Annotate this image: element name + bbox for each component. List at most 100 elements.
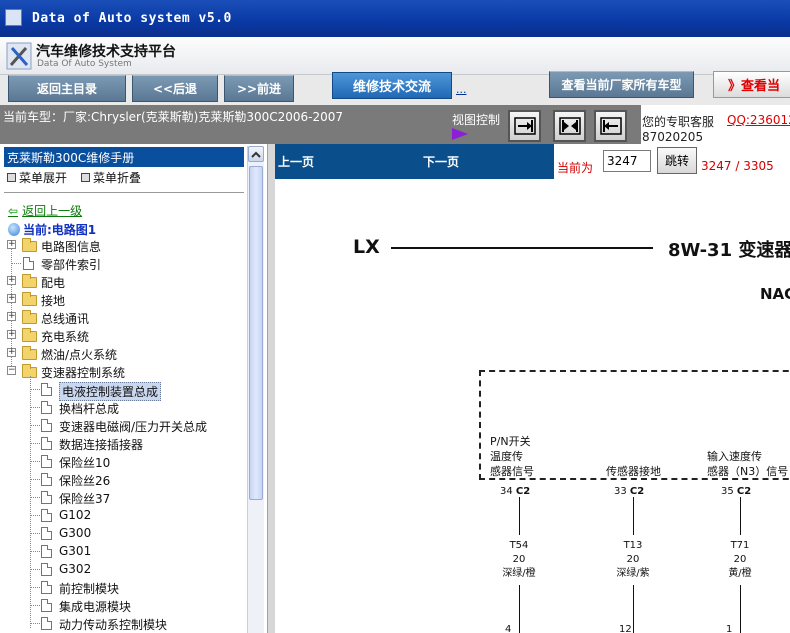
expand-toggle-icon[interactable]: +	[7, 276, 16, 285]
tree-guide	[31, 461, 40, 462]
expand-toggle-icon[interactable]: +	[7, 240, 16, 249]
menu-expand-button[interactable]: 菜单展开	[7, 169, 67, 186]
sidebar-divider	[4, 192, 244, 193]
sidebar-scrollbar[interactable]	[247, 146, 264, 633]
app-window: Data of Auto system v5.0 汽车维修技术支持平台 Data…	[0, 0, 790, 633]
forward-button[interactable]: >>前进	[224, 75, 294, 102]
tree-node[interactable]: 零部件索引	[0, 254, 245, 272]
tree-leaf[interactable]: 保险丝26	[0, 470, 245, 488]
fit-left-button[interactable]	[594, 110, 627, 142]
signal-label: P/N开关 温度传 感器信号	[490, 435, 534, 478]
tree-node-label: 燃油/点火系统	[41, 348, 118, 362]
wire-label: T13 20 深绿/紫	[608, 539, 658, 581]
app-header: 汽车维修技术支持平台 Data Of Auto System	[0, 37, 790, 75]
forum-button[interactable]: 维修技术交流	[332, 72, 452, 99]
tree-leaf-label: 变速器电磁阀/压力开关总成	[59, 420, 208, 434]
tree-node-label: 电路图信息	[41, 240, 102, 254]
tree-leaf-label: 保险丝37	[59, 492, 111, 506]
document-icon	[41, 509, 52, 522]
wire-line	[740, 585, 741, 633]
expand-toggle-icon[interactable]: +	[7, 312, 16, 321]
next-page-link[interactable]: 下一页	[423, 153, 459, 170]
view-current-button[interactable]: 》查看当	[713, 71, 790, 98]
view-brand-models-button[interactable]: 查看当前厂家所有车型	[549, 71, 694, 98]
tree-node[interactable]: + 接地	[0, 290, 245, 308]
tree-leaf[interactable]: G301	[0, 542, 245, 560]
tree-leaf[interactable]: 集成电源模块	[0, 596, 245, 614]
fit-page-button[interactable]	[553, 110, 586, 142]
jump-button[interactable]: 跳转	[657, 147, 697, 174]
back-button[interactable]: <<后退	[132, 75, 218, 102]
scroll-up-button[interactable]	[248, 146, 264, 162]
home-button[interactable]: 返回主目录	[8, 75, 126, 102]
document-icon	[41, 401, 52, 414]
wire-wire: T54	[509, 540, 529, 551]
sidebar: 克莱斯勒300C维修手册 菜单展开 菜单折叠 ⇦ 返回上一级 当前:电路图1 +…	[0, 144, 268, 633]
tree-node[interactable]: + 总线通讯	[0, 308, 245, 326]
tree-leaf[interactable]: 保险丝10	[0, 452, 245, 470]
connector-pin: 33 C2	[614, 486, 644, 497]
sidebar-title: 克莱斯勒300C维修手册	[4, 147, 244, 167]
expand-toggle-icon[interactable]: +	[7, 330, 16, 339]
more-link[interactable]: ...	[456, 83, 467, 96]
tree-leaf[interactable]: G302	[0, 560, 245, 578]
expand-box-icon	[7, 173, 16, 182]
tree-leaf-label: 保险丝10	[59, 456, 111, 470]
document-icon	[41, 437, 52, 450]
tree-leaf-label: G302	[59, 562, 92, 576]
wire-color: 深绿/紫	[616, 568, 650, 579]
support-qq-link[interactable]: QQ:236012	[727, 113, 790, 127]
tree-leaf[interactable]: 数据连接插接器	[0, 434, 245, 452]
back-up-link[interactable]: ⇦ 返回上一级	[8, 202, 82, 219]
support-label: 您的专职客服	[642, 115, 715, 129]
wire-line	[633, 585, 634, 633]
signal-label: 传感器接地	[606, 465, 661, 478]
folder-icon	[22, 238, 37, 252]
back-arrow-icon: ⇦	[8, 203, 19, 218]
wire-gauge: 20	[512, 554, 526, 565]
document-icon	[41, 473, 52, 486]
tree-node[interactable]: + 燃油/点火系统	[0, 344, 245, 362]
pointer-triangle-icon	[452, 128, 468, 140]
tree-leaf[interactable]: 电液控制装置总成	[0, 380, 245, 401]
fit-center-icon	[559, 117, 581, 135]
tree-leaf-label: 前控制模块	[59, 582, 120, 596]
toolbar: 返回主目录 <<后退 >>前进 维修技术交流 ... 查看当前厂家所有车型 》查…	[0, 71, 790, 105]
tree-node[interactable]: + 配电	[0, 272, 245, 290]
folder-icon	[22, 328, 37, 342]
tree-guide	[31, 479, 40, 480]
collapse-toggle-icon[interactable]: −	[7, 366, 16, 375]
folder-icon	[22, 310, 37, 324]
prev-page-link[interactable]: 上一页	[278, 153, 314, 170]
tree-node[interactable]: − 变速器控制系统	[0, 362, 245, 380]
splitter[interactable]	[268, 144, 275, 633]
diagram-viewer[interactable]: LX 8W-31 变速器 NAG P/N开关 温度传 感器信号 34 C2 T54 2…	[275, 179, 790, 633]
tree-guide	[31, 425, 40, 426]
app-subtitle: Data Of Auto System	[37, 59, 132, 69]
tree-node-label: 充电系统	[41, 330, 90, 344]
expand-toggle-icon[interactable]: +	[7, 348, 16, 357]
expand-toggle-icon[interactable]: +	[7, 294, 16, 303]
tree-leaf[interactable]: 前控制模块	[0, 578, 245, 596]
folder-icon	[22, 292, 37, 306]
tree-node[interactable]: + 电路图信息	[0, 236, 245, 254]
tree-leaf[interactable]: G300	[0, 524, 245, 542]
scroll-thumb[interactable]	[249, 166, 263, 500]
tree-leaf-label: 动力传动系控制模块	[59, 618, 168, 632]
tree-node[interactable]: + 充电系统	[0, 326, 245, 344]
tree-leaf[interactable]: G102	[0, 506, 245, 524]
tree-leaf[interactable]: 保险丝37	[0, 488, 245, 506]
connector-name: C2	[629, 486, 645, 497]
page-number-input[interactable]	[603, 150, 651, 172]
tree-leaf[interactable]: 变速器电磁阀/压力开关总成	[0, 416, 245, 434]
document-icon	[41, 581, 52, 594]
tree-leaf[interactable]: 换档杆总成	[0, 398, 245, 416]
tree-leaf-label: 数据连接插接器	[59, 438, 144, 452]
tree-leaf[interactable]: 动力传动系控制模块	[0, 614, 245, 632]
document-icon	[41, 599, 52, 612]
menu-collapse-button[interactable]: 菜单折叠	[81, 169, 141, 186]
tree-guide	[31, 605, 40, 606]
tree-guide	[31, 515, 40, 516]
tree-guide	[31, 551, 40, 552]
fit-width-button[interactable]	[508, 110, 541, 142]
